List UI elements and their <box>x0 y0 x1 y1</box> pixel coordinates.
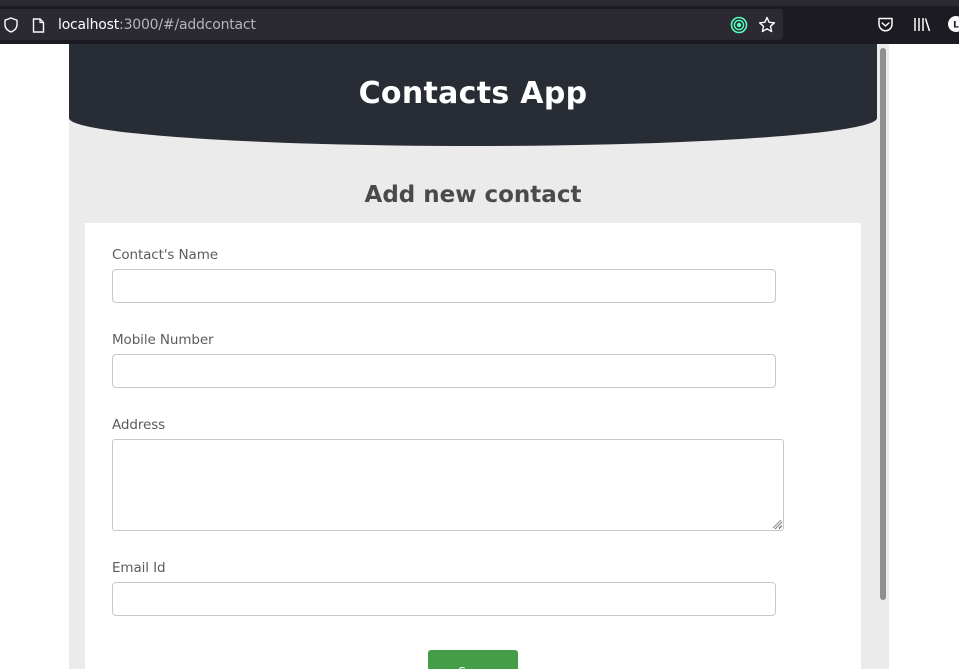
email-label: Email Id <box>112 560 166 576</box>
account-icon[interactable]: L <box>947 15 959 33</box>
library-icon[interactable] <box>913 16 931 33</box>
app-container: Contacts App Add new contact Contact's N… <box>69 44 889 669</box>
email-input[interactable] <box>112 582 776 616</box>
app-header: Contacts App <box>69 44 877 146</box>
contact-form: Contact's Name Mobile Number Address Ema… <box>85 223 861 669</box>
app-title: Contacts App <box>358 76 588 111</box>
shield-icon[interactable] <box>4 17 18 33</box>
name-label: Contact's Name <box>112 247 218 263</box>
star-icon[interactable] <box>758 16 776 34</box>
mobile-label: Mobile Number <box>112 332 214 348</box>
page-viewport: Contacts App Add new contact Contact's N… <box>0 44 959 669</box>
url-path: :3000/#/addcontact <box>119 17 256 33</box>
url-text[interactable]: localhost:3000/#/addcontact <box>58 17 256 33</box>
form-title: Add new contact <box>364 182 582 208</box>
url-bar[interactable]: localhost:3000/#/addcontact <box>0 9 783 40</box>
svg-text:L: L <box>953 21 959 31</box>
mobile-input[interactable] <box>112 354 776 388</box>
page-icon[interactable] <box>32 18 45 33</box>
address-textarea[interactable] <box>112 439 784 531</box>
pocket-icon[interactable] <box>877 16 894 33</box>
save-button[interactable]: Save <box>428 650 518 669</box>
url-host: localhost <box>58 17 120 33</box>
extension-icon[interactable] <box>730 16 748 34</box>
name-input[interactable] <box>112 269 776 303</box>
resize-grip-icon[interactable] <box>772 519 782 529</box>
scrollbar-thumb[interactable] <box>880 48 886 600</box>
page-scrollbar[interactable] <box>877 44 889 669</box>
address-label: Address <box>112 417 166 433</box>
browser-toolbar: localhost:3000/#/addcontact L <box>0 6 959 44</box>
